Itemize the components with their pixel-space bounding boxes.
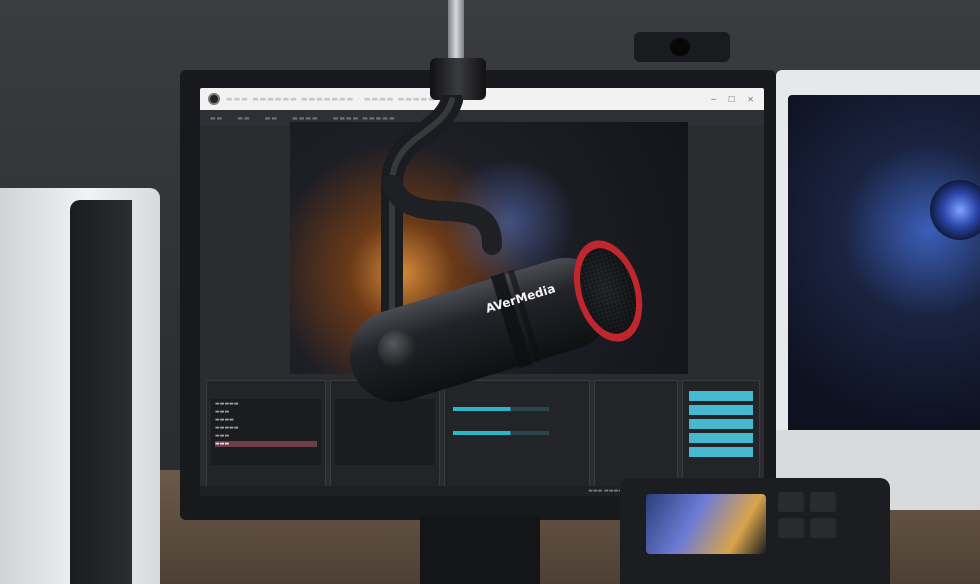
- menu-item: ▬▬▬▬: [292, 114, 319, 122]
- menu-item: ▬▬: [210, 114, 224, 122]
- photo-scene: ▬▬▬ ▬▬▬▬▬▬ ▬▬▬▬▬▬▬ · ▬▬▬▬ ▬▬▬▬▬ ─ ☐ ✕ ▬▬…: [0, 0, 980, 584]
- scene-item-selected: ▬▬▬: [215, 441, 317, 447]
- microphone-icon: [349, 240, 643, 402]
- monitor-stand: [420, 515, 540, 584]
- scenes-dock: ▬▬▬▬▬ ▬▬▬ ▬▬▬▬ ▬▬▬▬▬ ▬▬▬ ▬▬▬: [206, 380, 326, 488]
- mixer-pad: [778, 492, 804, 512]
- scene-item: ▬▬▬: [215, 433, 230, 439]
- menu-item: ▬▬: [237, 114, 251, 122]
- scene-item: ▬▬▬▬▬: [215, 401, 239, 407]
- audio-mixer-screen: [646, 494, 766, 554]
- webcam-icon: [670, 38, 690, 56]
- pc-case-window: [788, 95, 980, 435]
- controls-dock: [682, 380, 760, 488]
- mic-mount-knob: [378, 330, 416, 368]
- mixer-pad: [778, 518, 804, 538]
- boom-rod: [448, 0, 464, 58]
- minimize-icon: ─: [711, 94, 717, 104]
- mixer-pad: [810, 492, 836, 512]
- scenes-list: ▬▬▬▬▬ ▬▬▬ ▬▬▬▬ ▬▬▬▬▬ ▬▬▬ ▬▬▬: [211, 399, 321, 465]
- app-icon: [208, 93, 220, 105]
- window-controls: ─ ☐ ✕: [711, 95, 764, 104]
- audio-meter: [453, 431, 549, 435]
- mixer-pad: [810, 518, 836, 538]
- control-button: [689, 391, 753, 401]
- control-button: [689, 405, 753, 415]
- control-button: [689, 419, 753, 429]
- scene-item: ▬▬▬: [215, 409, 230, 415]
- game-console-center: [70, 200, 132, 584]
- mount-collar: [430, 58, 486, 100]
- scene-item: ▬▬▬▬▬: [215, 425, 239, 431]
- status-text: ▬▬▬ ▬▬▬▬: [588, 488, 623, 494]
- scene-item: ▬▬▬▬: [215, 417, 234, 423]
- control-button: [689, 433, 753, 443]
- maximize-icon: ☐: [728, 94, 736, 104]
- control-button: [689, 447, 753, 457]
- menu-item: ▬▬: [264, 114, 279, 122]
- close-icon: ✕: [747, 94, 754, 104]
